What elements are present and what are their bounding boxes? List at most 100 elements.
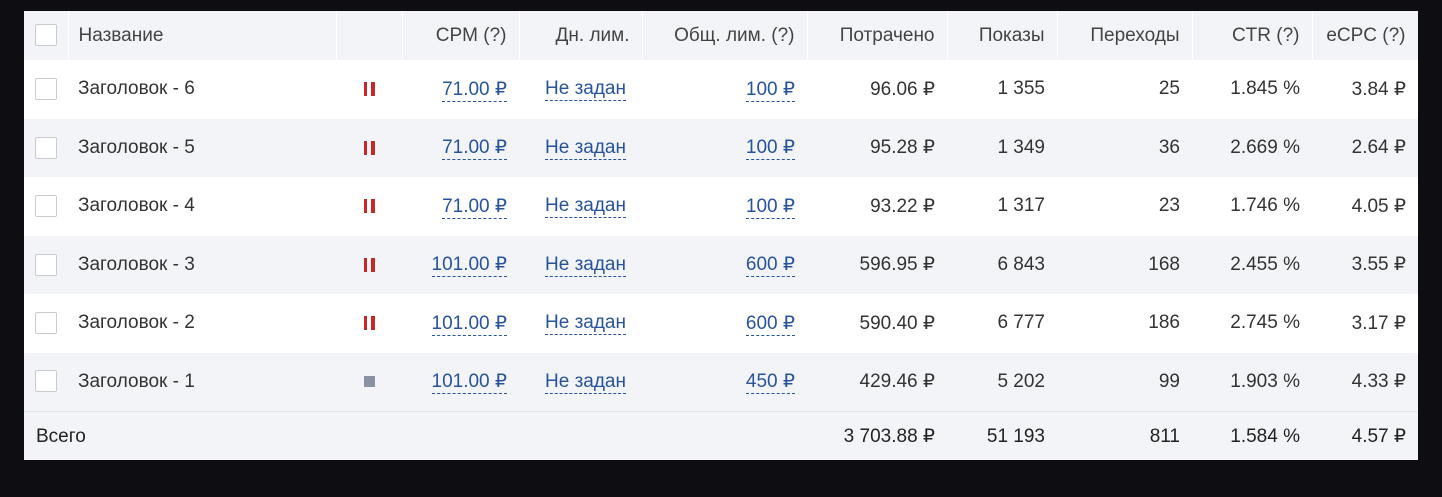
cpm-edit-link[interactable]: 71.00 ₽	[442, 78, 507, 102]
clicks-value: 23	[1158, 195, 1180, 217]
total-limit-edit-link[interactable]: 450 ₽	[745, 371, 795, 394]
spent-value: 429.46 ₽	[859, 371, 935, 392]
cpm-cell: 71.00 ₽	[402, 119, 519, 178]
status-cell	[336, 119, 402, 178]
row-select-cell	[24, 353, 68, 412]
totals-label: Всего	[36, 425, 86, 447]
stop-icon[interactable]	[363, 375, 375, 387]
campaign-name[interactable]: Заголовок - 4	[68, 177, 336, 236]
cpm-cell: 71.00 ₽	[402, 177, 519, 236]
status-cell	[336, 353, 402, 412]
row-select-cell	[24, 294, 68, 353]
row-select-cell	[24, 60, 68, 119]
campaign-name[interactable]: Заголовок - 5	[68, 119, 336, 178]
pause-icon[interactable]	[363, 316, 375, 331]
daily-limit-edit-link[interactable]: Не задан	[545, 253, 626, 277]
header-cpm[interactable]: CPM (?)	[402, 11, 520, 60]
header-daily-limit[interactable]: Дн. лим.	[519, 11, 643, 60]
daily-limit-edit-link[interactable]: Не задан	[545, 370, 626, 394]
row-select-cell	[24, 119, 68, 178]
header-impressions[interactable]: Показы	[947, 11, 1058, 60]
daily-limit-cell: Не задан	[519, 294, 642, 353]
total-clicks: 811	[1149, 425, 1180, 447]
cpm-cell: 101.00 ₽	[402, 294, 519, 353]
row-checkbox[interactable]	[35, 253, 57, 276]
daily-limit-edit-link[interactable]: Не задан	[545, 78, 626, 102]
pause-icon[interactable]	[363, 199, 375, 214]
ecpc-value: 4.33 ₽	[1351, 371, 1406, 392]
ctr-value: 2.669 %	[1230, 136, 1300, 158]
table-row: Заголовок - 4 71.00 ₽ Не задан 100 ₽ 93.22 ₽…	[24, 177, 1418, 236]
campaign-name[interactable]: Заголовок - 3	[68, 236, 336, 295]
total-limit-edit-link[interactable]: 100 ₽	[745, 195, 795, 219]
campaign-table-panel: Название CPM (?) Дн. лим. Общ. лим. (?) …	[24, 11, 1418, 460]
total-limit-edit-link[interactable]: 600 ₽	[745, 312, 795, 336]
impressions-value: 5 202	[997, 370, 1045, 392]
cpm-edit-link[interactable]: 71.00 ₽	[442, 137, 507, 161]
cpm-edit-link[interactable]: 101.00 ₽	[431, 312, 507, 336]
cpm-cell: 101.00 ₽	[402, 236, 519, 295]
daily-limit-edit-link[interactable]: Не задан	[545, 312, 626, 336]
ctr-value: 2.455 %	[1230, 253, 1300, 275]
row-checkbox[interactable]	[35, 370, 57, 393]
total-ecpc: 4.57 ₽	[1351, 426, 1406, 448]
cpm-cell: 101.00 ₽	[402, 353, 519, 412]
campaign-table: Название CPM (?) Дн. лим. Общ. лим. (?) …	[24, 11, 1418, 460]
ctr-value: 2.745 %	[1230, 312, 1300, 334]
row-checkbox[interactable]	[35, 78, 57, 101]
daily-limit-cell: Не задан	[519, 353, 642, 412]
row-checkbox[interactable]	[35, 195, 57, 218]
clicks-value: 99	[1158, 370, 1180, 392]
row-select-cell	[24, 177, 68, 236]
total-limit-cell: 450 ₽	[642, 353, 807, 412]
pause-icon[interactable]	[363, 140, 375, 155]
total-spent: 3 703.88 ₽	[843, 426, 935, 448]
impressions-value: 1 317	[997, 195, 1045, 217]
cpm-edit-link[interactable]: 71.00 ₽	[442, 195, 507, 219]
header-name[interactable]: Название	[68, 11, 337, 60]
total-limit-edit-link[interactable]: 100 ₽	[745, 78, 795, 102]
header-clicks[interactable]: Переходы	[1057, 11, 1193, 60]
daily-limit-edit-link[interactable]: Не задан	[545, 195, 626, 219]
daily-limit-edit-link[interactable]: Не задан	[545, 136, 626, 160]
ecpc-value: 2.64 ₽	[1351, 137, 1406, 159]
header-ctr[interactable]: CTR (?)	[1192, 11, 1313, 60]
daily-limit-cell: Не задан	[519, 60, 642, 119]
impressions-value: 1 349	[997, 136, 1045, 158]
totals-row: Всего 3 703.88 ₽ 51 193 811 1.584 % 4.57 ₽	[24, 411, 1418, 460]
header-total-limit[interactable]: Общ. лим. (?)	[642, 11, 808, 60]
header-spent[interactable]: Потрачено	[807, 11, 948, 60]
campaign-name[interactable]: Заголовок - 6	[68, 60, 336, 119]
table-row: Заголовок - 3 101.00 ₽ Не задан 600 ₽ 596.95…	[24, 235, 1418, 295]
table-row: Заголовок - 6 71.00 ₽ Не задан 100 ₽ 96.06 ₽…	[24, 60, 1418, 119]
impressions-value: 1 355	[997, 78, 1045, 100]
pause-icon[interactable]	[363, 257, 375, 272]
status-cell	[336, 294, 402, 353]
cpm-edit-link[interactable]: 101.00 ₽	[431, 371, 507, 394]
total-limit-edit-link[interactable]: 100 ₽	[745, 137, 795, 161]
spent-value: 93.22 ₽	[870, 195, 935, 217]
total-limit-edit-link[interactable]: 600 ₽	[745, 254, 795, 278]
ecpc-value: 3.84 ₽	[1351, 78, 1406, 100]
row-checkbox[interactable]	[35, 312, 57, 335]
spent-value: 95.28 ₽	[870, 137, 935, 159]
cpm-edit-link[interactable]: 101.00 ₽	[431, 254, 507, 278]
row-checkbox[interactable]	[35, 136, 57, 159]
ctr-value: 1.746 %	[1230, 195, 1300, 217]
status-cell	[336, 236, 402, 295]
impressions-value: 6 843	[997, 253, 1045, 275]
pause-icon[interactable]	[363, 82, 375, 97]
clicks-value: 25	[1158, 78, 1180, 100]
row-select-cell	[24, 236, 68, 295]
table-row: Заголовок - 2 101.00 ₽ Не задан 600 ₽ 590.40…	[24, 294, 1418, 353]
ctr-value: 1.903 %	[1230, 370, 1300, 392]
campaign-name[interactable]: Заголовок - 2	[68, 294, 336, 353]
campaign-name[interactable]: Заголовок - 1	[68, 353, 336, 412]
select-all-checkbox[interactable]	[34, 24, 57, 47]
daily-limit-cell: Не задан	[519, 177, 642, 236]
header-ecpc[interactable]: eCPC (?)	[1312, 11, 1418, 60]
status-cell	[336, 177, 402, 236]
total-limit-cell: 100 ₽	[642, 177, 807, 236]
spent-value: 96.06 ₽	[870, 78, 935, 100]
daily-limit-cell: Не задан	[519, 119, 642, 178]
